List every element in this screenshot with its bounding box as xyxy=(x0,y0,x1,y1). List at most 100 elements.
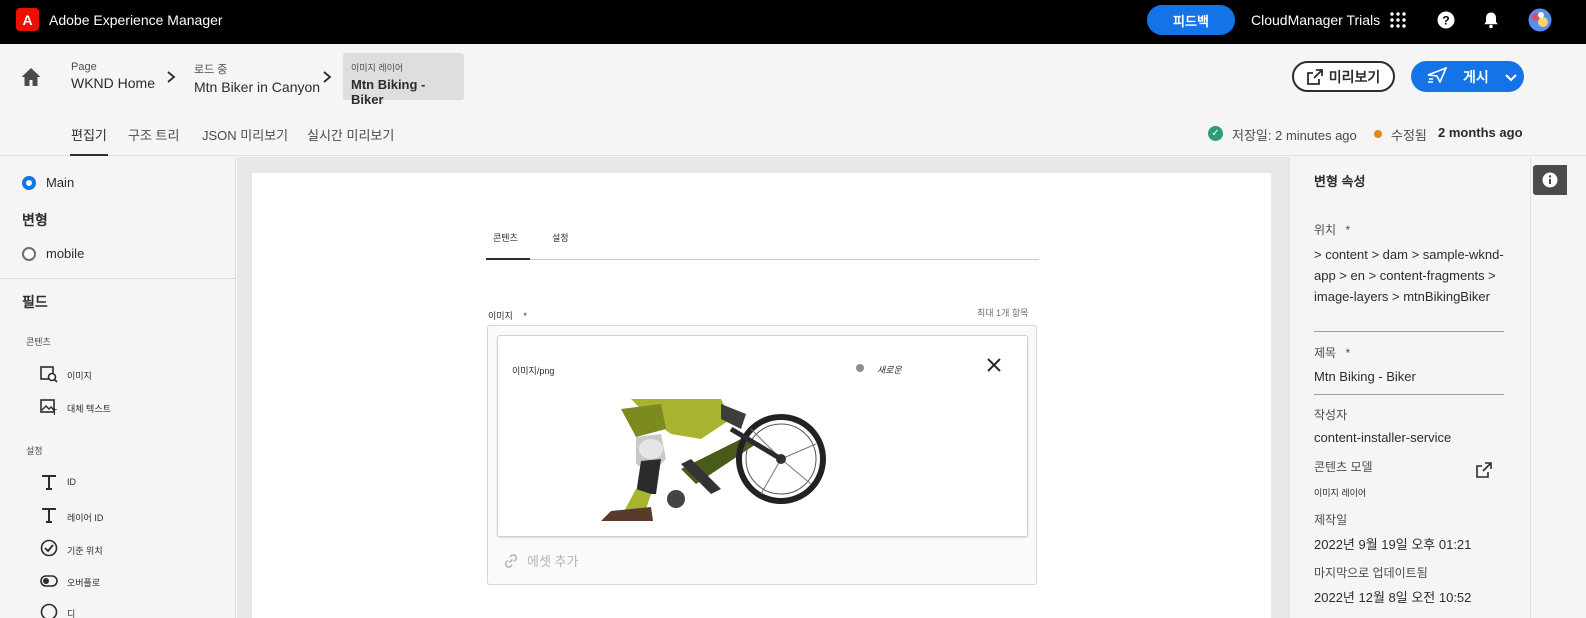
field-link-alt-text[interactable]: 대체 텍스트 xyxy=(67,402,111,415)
breadcrumb-small-label: 이미지 레이어 xyxy=(351,63,404,73)
variation-main-label[interactable]: Main xyxy=(46,175,74,190)
author-value: content-installer-service xyxy=(1314,430,1452,445)
home-icon[interactable] xyxy=(20,66,42,88)
publish-button[interactable]: 게시 xyxy=(1411,61,1524,92)
info-icon xyxy=(1542,172,1558,188)
form-tab-content[interactable]: 콘텐츠 xyxy=(493,231,518,244)
active-form-tab-indicator xyxy=(486,258,530,260)
created-value: 2022년 9월 19일 오후 01:21 xyxy=(1314,537,1472,552)
breadcrumb-main-label: WKND Home xyxy=(71,75,156,91)
asset-status: 새로운 xyxy=(877,365,902,375)
updated-label: 마지막으로 업데이트됨 xyxy=(1314,566,1428,580)
title-input[interactable]: Mtn Biking - Biker xyxy=(1314,369,1416,384)
breadcrumb-page[interactable]: Page WKND Home xyxy=(71,61,155,91)
field-link-image[interactable]: 이미지 xyxy=(67,369,92,382)
tab-structure-tree[interactable]: 구조 트리 xyxy=(128,125,179,144)
editor-header: Page WKND Home 로드 중 Mtn Biker in Canyon … xyxy=(0,44,1586,156)
user-avatar[interactable] xyxy=(1528,8,1552,32)
publish-button-label: 게시 xyxy=(1463,68,1489,85)
fragment-form: 콘텐츠 설정 이미지 * 최대 1개 항목 이미지/png 새로운 에셋 추가 xyxy=(252,173,1271,618)
chevron-right-icon xyxy=(166,70,176,86)
field-link-reference-position[interactable]: 기준 위치 xyxy=(67,544,103,557)
location-underline xyxy=(1314,331,1504,332)
preview-button[interactable]: 미리보기 xyxy=(1292,61,1395,92)
org-switcher[interactable]: CloudManager Trials xyxy=(1251,12,1380,28)
publish-icon xyxy=(1427,66,1448,86)
breadcrumb-parent-fragment[interactable]: 로드 중 Mtn Biker in Canyon xyxy=(194,61,320,95)
variation-mobile-label[interactable]: mobile xyxy=(46,246,84,261)
breadcrumb-current[interactable]: 이미지 레이어 Mtn Biking - Biker xyxy=(343,53,464,107)
asset-card[interactable]: 이미지/png 새로운 xyxy=(497,335,1028,537)
tab-editor[interactable]: 편집기 xyxy=(71,125,107,144)
checkmark-circle-icon xyxy=(40,603,58,618)
shell-bar: A Adobe Experience Manager 피드백 CloudMana… xyxy=(0,0,1586,44)
add-asset-button[interactable]: 에셋 추가 xyxy=(503,551,578,570)
checkmark-circle-icon xyxy=(40,539,58,557)
image-field-label: 이미지 * xyxy=(488,309,527,322)
required-mark: * xyxy=(1345,223,1351,237)
field-link-overflow[interactable]: 오버플로 xyxy=(67,576,100,589)
toggle-icon xyxy=(40,572,58,590)
field-link-more[interactable]: 디 xyxy=(67,607,75,618)
required-mark: * xyxy=(1345,346,1351,360)
chevron-down-icon[interactable] xyxy=(1505,69,1517,85)
tab-json-preview[interactable]: JSON 미리보기 xyxy=(202,125,288,144)
help-icon[interactable]: ? xyxy=(1436,10,1456,30)
field-link-id[interactable]: ID xyxy=(67,477,76,487)
link-icon xyxy=(504,553,518,568)
active-tab-indicator xyxy=(70,154,108,156)
image-field-label-text: 이미지 xyxy=(488,311,513,321)
title-label-text: 제목 xyxy=(1314,346,1337,360)
field-link-layer-id[interactable]: 레이어 ID xyxy=(67,511,103,524)
modified-status-dot xyxy=(1374,130,1382,138)
location-label: 위치 * xyxy=(1314,221,1350,238)
asset-status-dot xyxy=(856,364,864,372)
breadcrumb-main-label: Mtn Biker in Canyon xyxy=(194,79,321,95)
content-model-label: 콘텐츠 모델 xyxy=(1314,460,1373,474)
properties-panel: 변형 속성 위치 * > content > dam > sample-wknd… xyxy=(1289,157,1530,618)
chevron-right-icon xyxy=(322,70,332,86)
settings-group-heading: 설정 xyxy=(26,446,43,456)
title-underline xyxy=(1314,394,1504,395)
content-model-value: 이미지 레이어 xyxy=(1314,488,1367,498)
author-label: 작성자 xyxy=(1314,408,1348,422)
created-label: 제작일 xyxy=(1314,513,1348,527)
tab-live-preview[interactable]: 실시간 미리보기 xyxy=(307,125,394,144)
content-group-heading: 콘텐츠 xyxy=(26,337,51,347)
image-search-icon xyxy=(40,365,58,383)
info-panel-button[interactable] xyxy=(1533,165,1567,195)
modified-label: 수정됨 xyxy=(1391,128,1427,143)
preview-button-label: 미리보기 xyxy=(1328,68,1381,85)
location-path[interactable]: > content > dam > sample-wknd-app > en >… xyxy=(1314,244,1504,307)
open-model-external-link-icon[interactable] xyxy=(1476,462,1492,478)
remove-asset-close-icon[interactable] xyxy=(987,356,1001,377)
asset-picker-field: 이미지/png 새로운 에셋 추가 xyxy=(487,325,1037,585)
asset-thumbnail xyxy=(581,399,831,521)
breadcrumb-small-label: 로드 중 xyxy=(194,64,228,76)
variation-main-radio[interactable] xyxy=(22,176,36,190)
divider xyxy=(0,278,236,279)
properties-title: 변형 속성 xyxy=(1314,174,1366,189)
editor-canvas: 콘텐츠 설정 이미지 * 최대 1개 항목 이미지/png 새로운 에셋 추가 xyxy=(237,157,1289,618)
breadcrumb-main-label: Mtn Biking - Biker xyxy=(351,77,426,107)
image-text-icon: T xyxy=(40,398,58,416)
feedback-button[interactable]: 피드백 xyxy=(1147,5,1235,35)
adobe-logo-icon[interactable]: A xyxy=(16,8,39,31)
add-asset-label: 에셋 추가 xyxy=(527,554,579,569)
form-tab-settings[interactable]: 설정 xyxy=(552,231,569,244)
form-tabs-divider xyxy=(486,259,1039,260)
svg-text:?: ? xyxy=(1442,14,1449,28)
variation-mobile-radio[interactable] xyxy=(22,247,36,261)
updated-value: 2022년 12월 8일 오전 10:52 xyxy=(1314,590,1472,605)
max-items-hint: 최대 1개 항목 xyxy=(977,308,1029,318)
checkmark-circle-icon: ✓ xyxy=(1208,126,1223,141)
breadcrumb-small-label: Page xyxy=(71,61,97,73)
variations-heading: 변형 xyxy=(22,212,48,228)
apps-grid-icon[interactable] xyxy=(1388,10,1408,30)
svg-text:T: T xyxy=(52,408,57,416)
title-label: 제목 * xyxy=(1314,344,1350,361)
left-panel: Main 변형 mobile 필드 콘텐츠 이미지 T 대체 텍스트 설정 ID… xyxy=(0,157,236,618)
notifications-bell-icon[interactable] xyxy=(1481,10,1501,30)
required-mark: * xyxy=(523,311,527,321)
app-title[interactable]: Adobe Experience Manager xyxy=(49,12,223,28)
